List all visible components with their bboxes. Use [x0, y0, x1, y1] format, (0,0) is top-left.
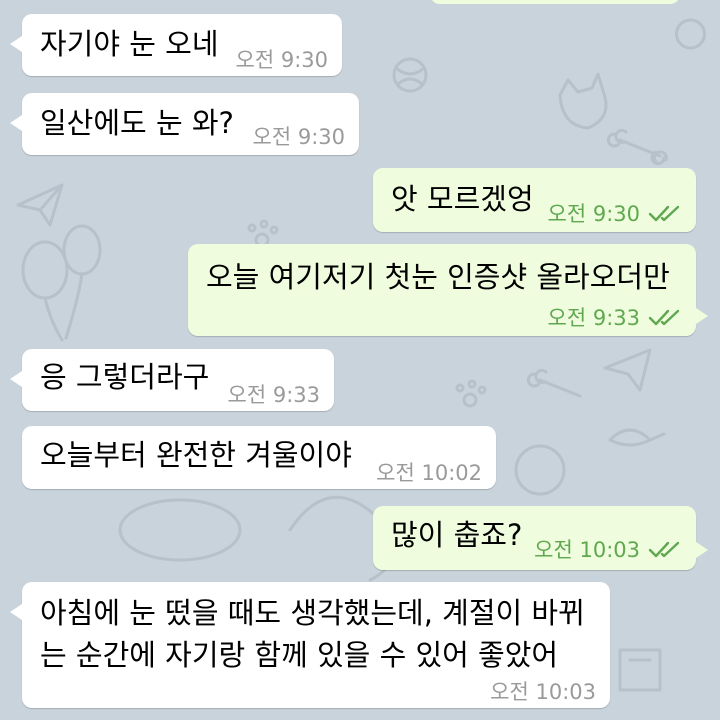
cat-doodle	[558, 72, 608, 130]
message-text: 오늘 여기저기 첫눈 인증샷 올라오더만	[206, 260, 670, 294]
balloon-doodle	[21, 240, 69, 300]
time-label: 오전 9:30	[547, 202, 640, 226]
paper-plane-doodle	[603, 348, 652, 392]
message-text: 자기야 눈 오네	[40, 27, 219, 61]
message-time: 오전 9:30	[236, 44, 328, 74]
time-label: 오전 10:03	[490, 680, 596, 704]
message-meta: 오전 9:33	[548, 302, 682, 332]
plate-doodle	[118, 498, 242, 562]
message-text-line: 는 순간에 자기랑 함께 있을 수 있어 좋았어	[40, 638, 559, 672]
message-time: 오전 9:33	[228, 379, 320, 409]
outgoing-message[interactable]: 오늘 여기저기 첫눈 인증샷 올라오더만 오전 9:33	[188, 244, 708, 336]
message-time: 오전 9:30	[253, 121, 345, 151]
message-text-line: 아침에 눈 떴을 때도 생각했는데, 계절이 바뀌	[40, 596, 585, 630]
double-check-icon	[648, 309, 680, 326]
message-time: 오전 10:03	[490, 676, 596, 706]
incoming-message[interactable]: 응 그렇더라구 오전 9:33	[10, 349, 334, 411]
message-meta: 오전 10:03	[534, 534, 682, 564]
incoming-message[interactable]: 자기야 눈 오네 오전 9:30	[10, 14, 342, 76]
paper-plane-doodle	[16, 183, 64, 227]
time-label: 오전 9:30	[252, 125, 345, 149]
balloon-doodle	[62, 224, 102, 276]
double-check-icon	[648, 205, 680, 222]
message-text: 일산에도 눈 와?	[40, 106, 234, 140]
time-label: 오전 10:02	[376, 461, 482, 485]
incoming-message[interactable]: 아침에 눈 떴을 때도 생각했는데, 계절이 바뀌 는 순간에 자기랑 함께 있…	[10, 582, 610, 708]
bone-doodle	[606, 128, 668, 166]
time-label: 오전 9:30	[235, 48, 328, 72]
outgoing-message-partial	[430, 0, 680, 4]
time-label: 오전 10:03	[534, 538, 640, 562]
message-meta: 오전 9:30	[548, 198, 682, 228]
message-text: 오늘부터 완전한 겨울이야	[40, 438, 352, 472]
message-text: 앗 모르겠엉	[391, 182, 534, 216]
message-time: 오전 10:02	[376, 457, 482, 487]
double-check-icon	[648, 541, 680, 558]
message-text: 많이 춥죠?	[391, 518, 523, 552]
message-text: 응 그렇더라구	[40, 360, 210, 394]
bone-doodle	[526, 368, 582, 398]
bird-doodle	[608, 428, 666, 447]
outgoing-message[interactable]: 앗 모르겠엉 오전 9:30	[373, 168, 696, 232]
incoming-message[interactable]: 오늘부터 완전한 겨울이야 오전 10:02	[22, 426, 496, 489]
outgoing-message[interactable]: 많이 춥죠? 오전 10:03	[373, 506, 708, 570]
time-label: 오전 9:33	[227, 383, 320, 407]
incoming-message[interactable]: 일산에도 눈 와? 오전 9:30	[10, 93, 359, 155]
time-label: 오전 9:33	[547, 306, 640, 330]
